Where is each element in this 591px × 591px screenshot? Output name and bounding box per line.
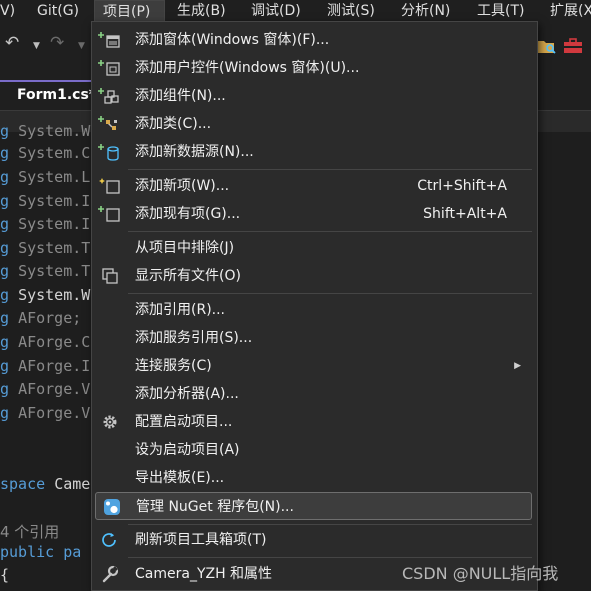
menu-item-label: 添加用户控件(Windows 窗体)(U)...: [135, 60, 360, 76]
menu-item-label: 设为启动项目(A): [135, 442, 240, 458]
watermark: CSDN @NULL指向我: [402, 564, 559, 583]
menu-project[interactable]: 项目(P): [94, 0, 165, 22]
show-all-files-icon: [98, 267, 120, 285]
menu-item-add-class[interactable]: 添加类(C)...: [92, 110, 537, 138]
menu-item-shortcut: Shift+Alt+A: [423, 206, 507, 222]
code-line: g System.W: [0, 122, 91, 140]
menu-item-label: 添加新项(W)...: [135, 178, 230, 194]
code-line: g System.T: [0, 239, 91, 257]
undo-dropdown-icon[interactable]: ▼: [33, 41, 40, 51]
menu-item-add-service-reference[interactable]: 添加服务引用(S)...: [92, 324, 537, 352]
menubar: V) Git(G) 项目(P) 生成(B) 调试(D) 测试(S) 分析(N) …: [0, 0, 591, 22]
menu-separator: [128, 169, 532, 170]
menu-tools[interactable]: 工具(T): [477, 0, 524, 22]
menu-item-connected-services[interactable]: 连接服务(C) ▶: [92, 352, 537, 380]
menu-item-add-new-item[interactable]: 添加新项(W)... Ctrl+Shift+A: [92, 172, 537, 200]
menu-item-add-data-source[interactable]: 添加新数据源(N)...: [92, 138, 537, 166]
menu-item-set-as-startup-project[interactable]: 设为启动项目(A): [92, 436, 537, 464]
code-line-namespace: space Came: [0, 475, 91, 493]
menu-item-refresh-toolbox[interactable]: 刷新项目工具箱项(T): [92, 526, 537, 554]
add-class-icon: [98, 115, 120, 133]
menu-item-label: 添加窗体(Windows 窗体)(F)...: [135, 32, 330, 48]
menu-item-add-component[interactable]: 添加组件(N)...: [92, 82, 537, 110]
menu-item-exclude-from-project[interactable]: 从项目中排除(J): [92, 234, 537, 262]
menu-test[interactable]: 测试(S): [327, 0, 375, 22]
menu-view[interactable]: V): [0, 0, 15, 22]
code-line: g AForge;: [0, 309, 82, 327]
code-line: g AForge.C: [0, 333, 91, 351]
redo-icon[interactable]: ↷: [50, 33, 64, 53]
menu-item-label: 添加引用(R)...: [135, 302, 226, 318]
menu-build[interactable]: 生成(B): [177, 0, 226, 22]
menu-separator: [128, 293, 532, 294]
menu-item-manage-nuget-packages[interactable]: 管理 NuGet 程序包(N)...: [95, 492, 532, 520]
menu-item-label: 导出模板(E)...: [135, 470, 225, 486]
menu-item-label: 显示所有文件(O): [135, 268, 241, 284]
menu-item-label: 添加服务引用(S)...: [135, 330, 253, 346]
menu-item-add-form[interactable]: 添加窗体(Windows 窗体)(F)...: [92, 26, 537, 54]
code-line: g System.C: [0, 144, 91, 162]
menu-extensions[interactable]: 扩展(X: [550, 0, 591, 22]
menu-item-add-user-control[interactable]: 添加用户控件(Windows 窗体)(U)...: [92, 54, 537, 82]
menu-item-show-all-files[interactable]: 显示所有文件(O): [92, 262, 537, 290]
menu-item-label: 配置启动项目...: [135, 414, 233, 430]
add-existing-item-icon: [98, 205, 120, 223]
code-line: g System.I: [0, 192, 91, 210]
menu-analyze[interactable]: 分析(N): [401, 0, 450, 22]
add-form-icon: [98, 31, 120, 49]
reference-count[interactable]: 4 个引用: [0, 521, 59, 543]
toolbox-icon[interactable]: [563, 37, 583, 59]
menu-item-label: 从项目中排除(J): [135, 240, 235, 256]
code-line: g AForge.I: [0, 357, 91, 375]
code-line: g AForge.V: [0, 404, 91, 422]
code-line: g AForge.V: [0, 380, 91, 398]
code-line: g System.T: [0, 262, 91, 280]
tab-form1-cs[interactable]: Form1.cs*: [0, 80, 98, 110]
add-user-control-icon: [98, 59, 120, 77]
code-line-brace: {: [0, 566, 10, 584]
menu-item-label: 管理 NuGet 程序包(N)...: [136, 499, 294, 515]
code-line: g System.W: [0, 286, 91, 304]
add-data-source-icon: [98, 143, 120, 161]
menu-item-label: Camera_YZH 和属性: [135, 566, 273, 582]
menu-separator: [128, 557, 532, 558]
code-line: g System.I: [0, 215, 91, 233]
menu-item-label: 添加组件(N)...: [135, 88, 226, 104]
code-line-class: public pa: [0, 543, 82, 561]
menu-git[interactable]: Git(G): [37, 0, 79, 22]
undo-icon[interactable]: ↶: [5, 33, 19, 53]
menu-separator: [128, 524, 532, 525]
gear-icon: [98, 413, 120, 431]
menu-debug[interactable]: 调试(D): [251, 0, 301, 22]
menu-item-add-existing-item[interactable]: 添加现有项(G)... Shift+Alt+A: [92, 200, 537, 228]
menu-item-add-reference[interactable]: 添加引用(R)...: [92, 296, 537, 324]
menu-item-configure-startup-projects[interactable]: 配置启动项目...: [92, 408, 537, 436]
code-line: g System.L: [0, 168, 91, 186]
menu-item-label: 添加新数据源(N)...: [135, 144, 254, 160]
refresh-icon: [98, 531, 120, 549]
add-component-icon: [98, 87, 120, 105]
folder-search-icon[interactable]: [537, 37, 557, 59]
menu-item-export-template[interactable]: 导出模板(E)...: [92, 464, 537, 492]
menu-item-label: 刷新项目工具箱项(T): [135, 532, 267, 548]
menu-item-label: 添加分析器(A)...: [135, 386, 239, 402]
menu-item-label: 连接服务(C): [135, 358, 212, 374]
menu-item-add-analyzer[interactable]: 添加分析器(A)...: [92, 380, 537, 408]
redo-dropdown-icon[interactable]: ▼: [78, 41, 85, 51]
menu-item-label: 添加现有项(G)...: [135, 206, 241, 222]
menu-separator: [128, 231, 532, 232]
nuget-icon: [99, 498, 121, 516]
add-new-item-icon: [98, 177, 120, 195]
project-menu-dropdown: 添加窗体(Windows 窗体)(F)... 添加用户控件(Windows 窗体…: [91, 21, 538, 591]
menu-item-shortcut: Ctrl+Shift+A: [417, 178, 507, 194]
menu-item-label: 添加类(C)...: [135, 116, 212, 132]
wrench-icon: [98, 565, 120, 583]
submenu-arrow-icon: ▶: [514, 361, 521, 371]
